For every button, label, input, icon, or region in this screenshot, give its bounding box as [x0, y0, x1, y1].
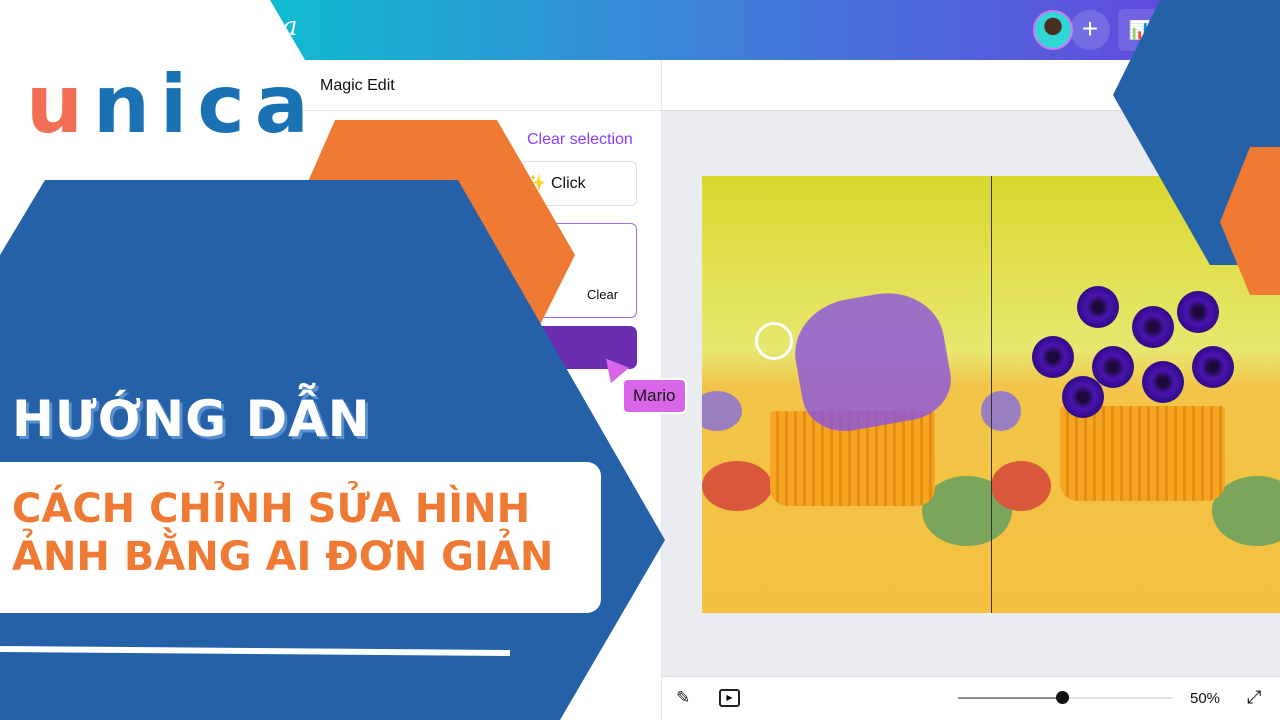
- bowl: [991, 461, 1051, 511]
- clear-button[interactable]: Clear: [587, 287, 618, 302]
- panel-title: Magic Edit: [320, 77, 395, 94]
- notes-icon[interactable]: ✎: [676, 688, 690, 708]
- clear-selection-link[interactable]: Clear selection: [527, 131, 633, 149]
- flower: [1077, 286, 1119, 328]
- bar-chart-icon[interactable]: 📊: [1118, 9, 1162, 51]
- collaborator-label: Mario: [622, 378, 687, 414]
- flower: [1032, 336, 1074, 378]
- zoom-slider-handle[interactable]: [1056, 691, 1069, 704]
- brush-cursor: [755, 322, 793, 360]
- prompt-input[interactable]: [520, 223, 637, 318]
- zoom-value: 50%: [1190, 690, 1221, 707]
- bowl: [702, 461, 772, 511]
- flower: [1177, 291, 1219, 333]
- fullscreen-icon[interactable]: ⤢: [1247, 687, 1261, 708]
- unica-logo: unica: [26, 58, 319, 151]
- canvas-toolbar: [662, 60, 1280, 111]
- bowl: [702, 391, 742, 431]
- divider: [300, 110, 662, 111]
- subtitle-line-1: CÁCH CHỈNH SỬA HÌNH: [12, 486, 531, 532]
- avatar[interactable]: [1033, 10, 1073, 50]
- thumbnail-heading: HƯỚNG DẪN: [12, 390, 371, 448]
- compare-divider[interactable]: [991, 176, 992, 613]
- zoom-slider-fill: [958, 697, 1062, 699]
- flower: [1192, 346, 1234, 388]
- subtitle-line-2: ẢNH BẰNG AI ĐƠN GIẢN: [12, 534, 554, 580]
- present-icon[interactable]: ▶: [719, 689, 740, 707]
- bowl: [981, 391, 1021, 431]
- sparkle-icon: ✨: [526, 175, 546, 192]
- add-collaborator-button[interactable]: +: [1070, 10, 1110, 50]
- pot: [1060, 406, 1225, 501]
- flower: [1062, 376, 1104, 418]
- flower: [1142, 361, 1184, 403]
- flower: [1132, 306, 1174, 348]
- app-brand: a: [282, 12, 298, 42]
- design-image[interactable]: [702, 176, 1280, 613]
